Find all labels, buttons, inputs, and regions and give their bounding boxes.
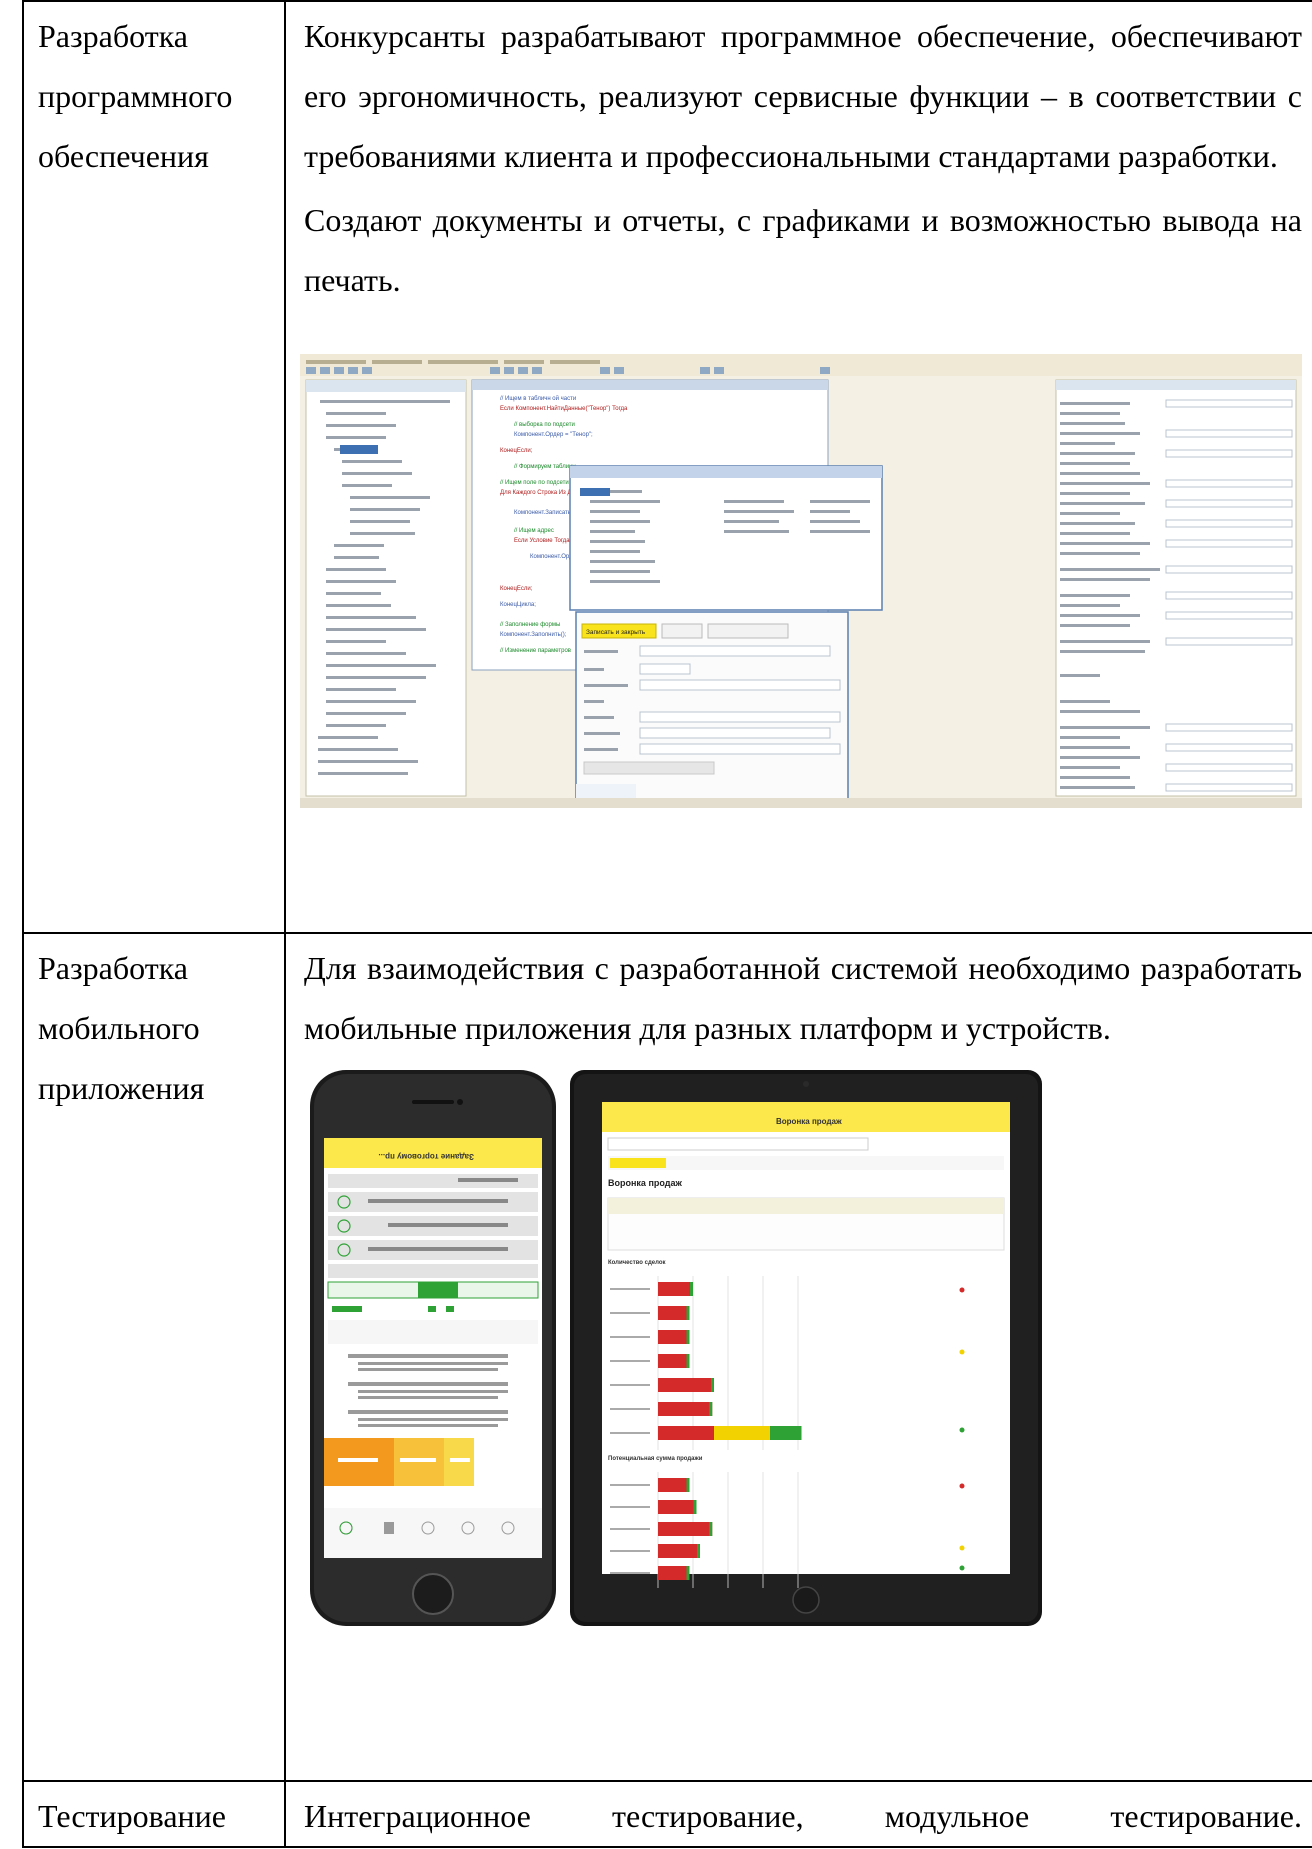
svg-text:Компонент.Заполнить();: Компонент.Заполнить(); — [500, 632, 567, 638]
row-label: Тестирование — [38, 1798, 226, 1834]
tablet-report-heading: Воронка продаж — [608, 1178, 682, 1188]
chart-bar — [658, 1282, 693, 1296]
chart-category-label — [610, 1312, 650, 1314]
svg-text:// Ищем в табличн ой части: // Ищем в табличн ой части — [500, 395, 576, 402]
chart-bar-cap — [686, 1354, 690, 1368]
chart-bar — [658, 1330, 690, 1344]
svg-text:КонецЕсли;: КонецЕсли; — [500, 448, 533, 454]
chart-category-label — [610, 1360, 650, 1362]
svg-text:// выборка по подсети: // выборка по подсети — [514, 422, 575, 428]
legend-marker — [959, 1545, 965, 1551]
chart-category-label — [610, 1408, 650, 1410]
chart-bar-cap — [798, 1426, 802, 1440]
chart-bar — [658, 1378, 714, 1392]
chart-bar-cap — [686, 1566, 690, 1580]
chart-category-label — [610, 1336, 650, 1338]
chart2-title: Потенциальная сумма продажи — [608, 1456, 703, 1462]
chart1-title: Количество сделок — [608, 1260, 666, 1266]
configurator-image: // Ищем в табличн ой части Если Компонен… — [300, 354, 1302, 808]
svg-text:Компонент.Записать();: Компонент.Записать(); — [514, 510, 577, 516]
chart-category-label — [610, 1384, 650, 1386]
paragraph: Конкурсанты разрабатывают программное об… — [304, 18, 1302, 174]
row-label: Разработка программного обеспечения — [38, 18, 233, 174]
row-label-cell: Разработка программного обеспечения — [22, 0, 286, 934]
chart-bar-cap — [686, 1330, 690, 1344]
chart-category-label — [610, 1288, 650, 1290]
chart-category-label — [610, 1528, 650, 1530]
svg-text:// Ищем поле по подсети: // Ищем поле по подсети — [500, 480, 569, 486]
chart-bar — [658, 1500, 697, 1514]
legend-marker — [959, 1565, 965, 1571]
legend-marker — [959, 1483, 965, 1489]
svg-text:Если Компонент.НайтиДанные("Те: Если Компонент.НайтиДанные("Тенор") Тогд… — [500, 405, 628, 412]
row-content-cell: Конкурсанты разрабатывают программное об… — [284, 0, 1312, 934]
svg-text:КонецЦикла;: КонецЦикла; — [500, 602, 536, 608]
chart-bar — [658, 1426, 714, 1440]
chart-bar-cap — [693, 1500, 697, 1514]
paragraph: Интеграционное тестирование, модульное т… — [304, 1798, 1302, 1834]
chart-bar — [658, 1566, 690, 1580]
phone-header-title: Задание торговому пр... — [378, 1152, 474, 1161]
legend-marker — [959, 1287, 965, 1293]
legend-marker — [959, 1349, 965, 1355]
svg-text:// Изменение параметров: // Изменение параметров — [500, 648, 571, 654]
chart-category-label — [610, 1572, 650, 1574]
chart-bar — [658, 1522, 713, 1536]
chart-bar-cap — [686, 1478, 690, 1492]
legend-marker — [959, 1427, 965, 1433]
chart-category-label — [610, 1484, 650, 1486]
chart-bar — [658, 1354, 690, 1368]
row-label-cell: Разработка мобильного приложения — [22, 932, 286, 1782]
svg-text:// Формируем таблицу: // Формируем таблицу — [514, 464, 576, 470]
chart-bar-cap — [711, 1378, 714, 1392]
chart-bar-cap — [686, 1306, 690, 1320]
form-save-button-text: Записать и закрыть — [586, 629, 646, 636]
svg-text:КонецЕсли;: КонецЕсли; — [500, 586, 533, 592]
chart-bar-cap — [697, 1544, 700, 1558]
document-table: Разработка программного обеспечения Конк… — [22, 0, 1312, 1848]
paragraph: Создают документы и отчеты, с графиками … — [304, 202, 1302, 298]
svg-text:Если Условие Тогда: Если Условие Тогда — [514, 538, 570, 544]
chart-category-label — [610, 1432, 650, 1434]
chart-bar-cap — [709, 1522, 713, 1536]
table-row: Разработка мобильного приложения Для вза… — [22, 932, 1312, 1782]
svg-text:Компонент.Ордер = "Тенор";: Компонент.Ордер = "Тенор"; — [514, 432, 593, 438]
row-content-cell: Для взаимодействия с разработанной систе… — [284, 932, 1312, 1782]
mobile-devices-image: Задание торговому пр... Воронка продаж В… — [310, 1070, 1042, 1626]
row-label-cell: Тестирование — [22, 1780, 286, 1848]
chart-bar — [770, 1426, 802, 1440]
table-row: Тестирование Интеграционное тестирование… — [22, 1780, 1312, 1848]
chart-category-label — [610, 1506, 650, 1508]
paragraph: Для взаимодействия с разработанной систе… — [304, 950, 1302, 1046]
chart-bar — [658, 1306, 690, 1320]
chart-bar-cap — [690, 1282, 693, 1296]
row-label: Разработка мобильного приложения — [38, 950, 205, 1106]
chart-bar — [658, 1544, 700, 1558]
mobile-app-screenshots: Задание торговому пр... Воронка продаж В… — [308, 1068, 1312, 1630]
configurator-screenshot: // Ищем в табличн ой части Если Компонен… — [300, 354, 1312, 813]
svg-text:// Ищем адрес: // Ищем адрес — [514, 528, 554, 534]
tablet-header-title: Воронка продаж — [776, 1117, 842, 1126]
row-content-cell: Интеграционное тестирование, модульное т… — [284, 1780, 1312, 1848]
chart-bar — [658, 1478, 690, 1492]
chart-bar — [658, 1402, 713, 1416]
chart-bar — [714, 1426, 770, 1440]
chart-category-label — [610, 1550, 650, 1552]
table-row: Разработка программного обеспечения Конк… — [22, 0, 1312, 934]
chart-bar-cap — [709, 1402, 713, 1416]
svg-text:// Заполнение формы: // Заполнение формы — [500, 622, 560, 628]
